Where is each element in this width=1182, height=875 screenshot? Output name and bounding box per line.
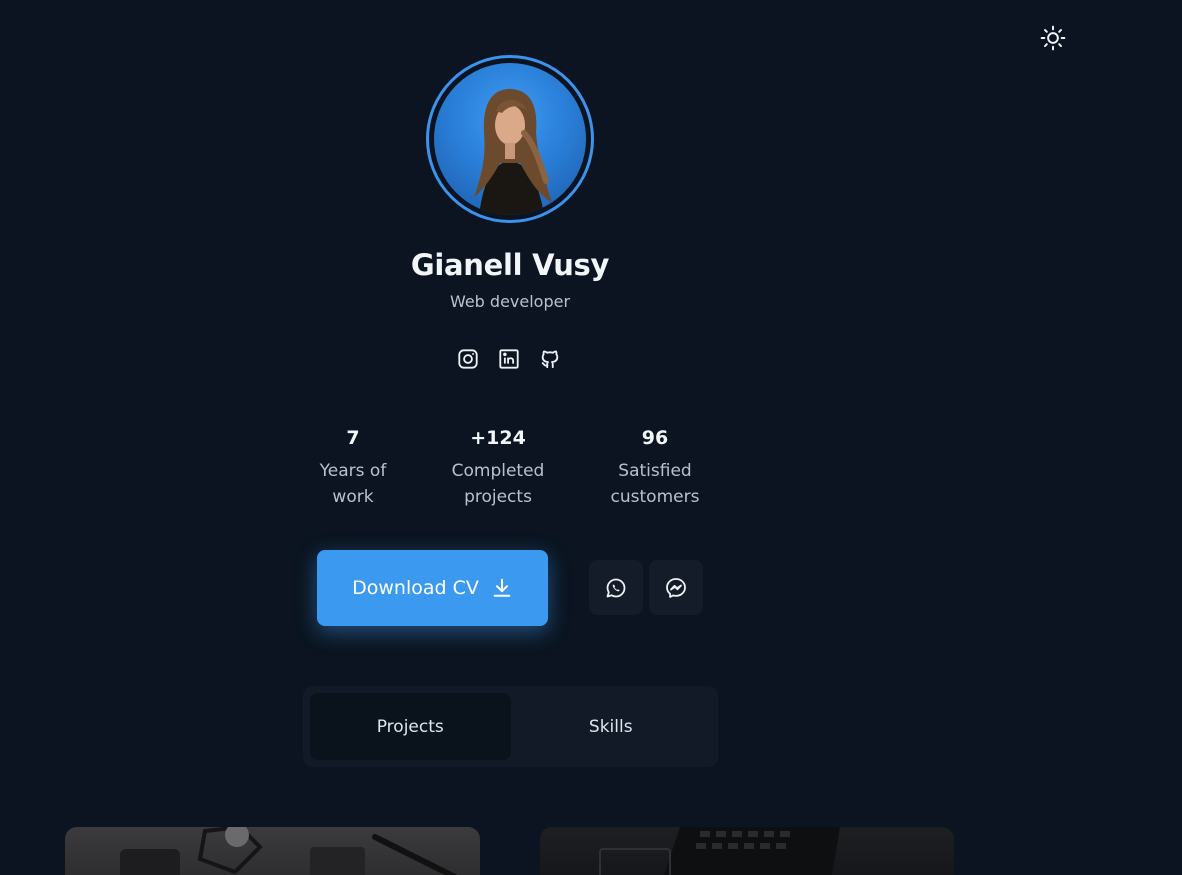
social-links [456, 347, 562, 371]
stat-customers: 96 Satisfied customers [595, 426, 715, 510]
avatar-frame [426, 55, 594, 223]
stat-value: 96 [641, 427, 669, 449]
stat-label-line: work [332, 487, 374, 507]
github-link[interactable] [538, 347, 562, 371]
stat-label-line: projects [464, 487, 532, 507]
download-cv-button[interactable]: Download CV [317, 550, 548, 626]
download-icon [493, 578, 511, 597]
avatar [434, 63, 586, 215]
github-icon [541, 350, 559, 369]
project-thumbnail [599, 827, 840, 875]
stat-label-line: Satisfied [618, 461, 692, 481]
project-card[interactable] [65, 827, 480, 875]
instagram-link[interactable] [456, 347, 480, 371]
download-cv-label: Download CV [352, 577, 479, 599]
instagram-icon [458, 349, 478, 369]
tab-projects[interactable]: Projects [310, 693, 511, 760]
messenger-icon [666, 577, 686, 598]
stat-projects: +124 Completed projects [438, 426, 558, 510]
stat-label: Years of work [303, 458, 403, 510]
stat-years: 7 Years of work [303, 426, 403, 510]
profile-name: Gianell Vusy [410, 248, 610, 282]
project-card[interactable] [540, 827, 954, 875]
stat-label-line: Years of [319, 461, 387, 481]
stat-label: Completed projects [438, 458, 558, 510]
stat-label-line: Completed [451, 461, 545, 481]
project-thumbnail [120, 827, 458, 875]
linkedin-icon [499, 349, 519, 369]
profile-role: Web developer [449, 292, 571, 311]
tab-skills[interactable]: Skills [511, 693, 712, 760]
stat-value: 7 [346, 427, 360, 449]
messenger-button[interactable] [649, 560, 703, 615]
sun-icon [1040, 25, 1066, 51]
stat-label-line: customers [610, 487, 700, 507]
portrait-image [474, 88, 552, 215]
section-tabs: Projects Skills [303, 686, 718, 767]
linkedin-link[interactable] [497, 347, 521, 371]
theme-toggle-button[interactable] [1039, 24, 1067, 52]
stat-value: +124 [470, 427, 526, 449]
stat-label: Satisfied customers [595, 458, 715, 510]
whatsapp-button[interactable] [589, 560, 643, 615]
whatsapp-icon [606, 578, 626, 597]
